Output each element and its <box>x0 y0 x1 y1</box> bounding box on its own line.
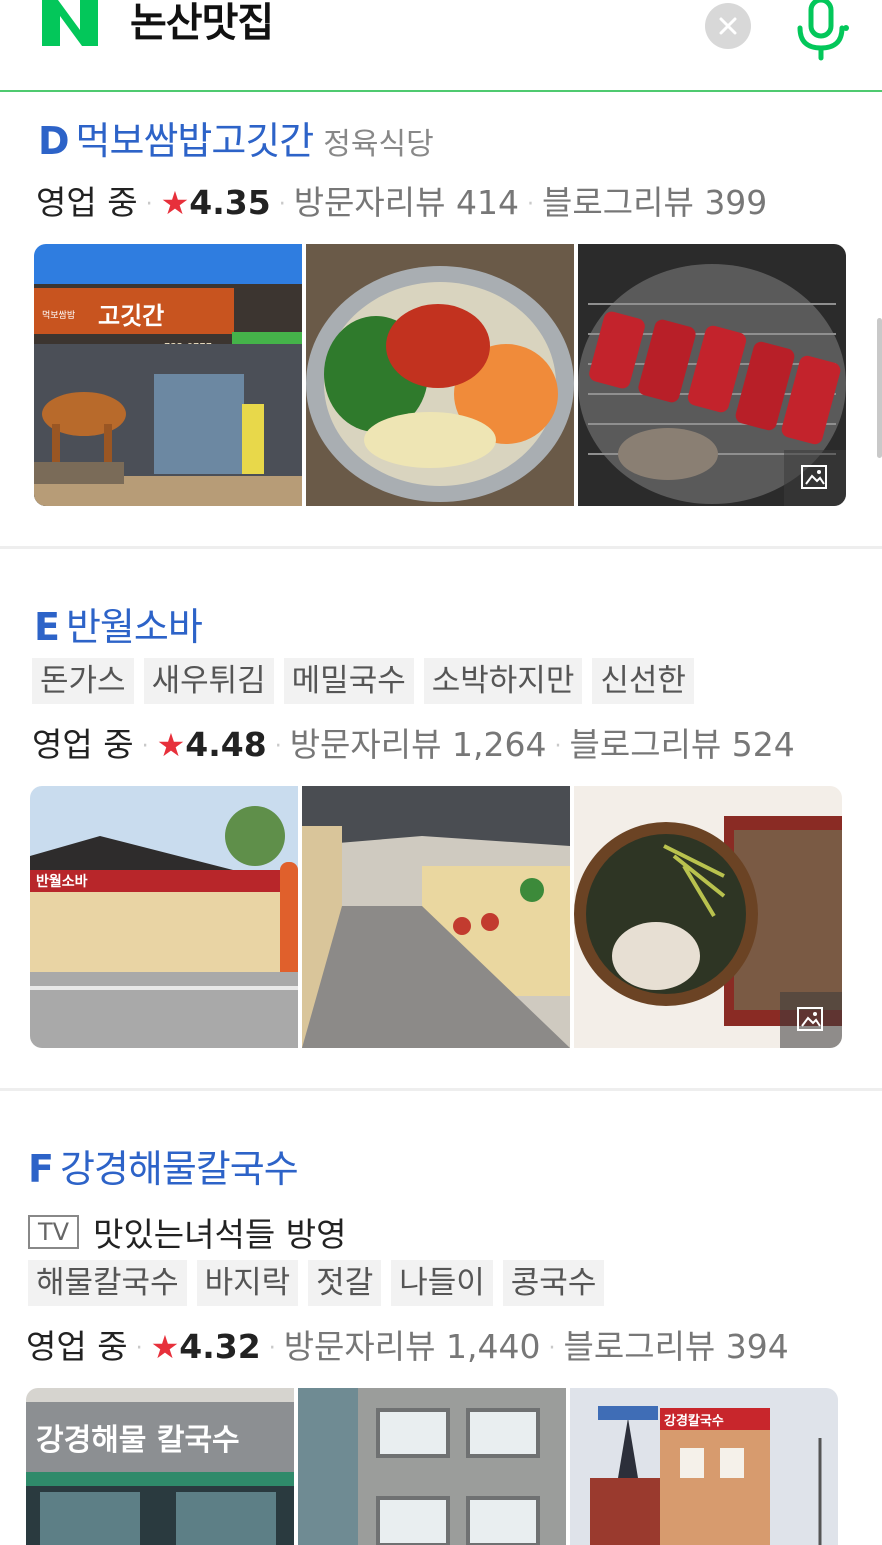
place-meta: 영업 중 · ★4.35 · 방문자리뷰 414 · 블로그리뷰 399 <box>36 176 767 224</box>
blog-review-label[interactable]: 블로그리뷰 <box>542 183 694 222</box>
storefront-sign-text: 반월소바 <box>36 873 88 890</box>
separator-dot: · <box>135 1336 143 1361</box>
keyword-tag: 젓갈 <box>308 1260 382 1306</box>
separator-dot: · <box>548 1336 556 1361</box>
separator-dot: · <box>268 1336 276 1361</box>
place-photo-street[interactable]: 강경칼국수 <box>570 1388 838 1545</box>
keyword-tag: 새우튀김 <box>143 658 274 704</box>
storefront-sign-text: 강경해물 칼국수 <box>36 1423 240 1458</box>
separator-dot: · <box>141 734 149 759</box>
place-photo-grilled-beef[interactable] <box>578 244 846 506</box>
blog-review-label[interactable]: 블로그리뷰 <box>569 725 721 764</box>
place-title[interactable]: E 반월소바 <box>34 596 203 651</box>
visitor-review-count[interactable]: 1,440 <box>446 1327 540 1366</box>
close-icon <box>719 17 737 35</box>
business-status: 영업 중 <box>26 1327 128 1366</box>
place-photo-storefront[interactable]: 강경해물 칼국수 <box>26 1388 294 1545</box>
business-status: 영업 중 <box>32 725 134 764</box>
voice-search-button[interactable] <box>792 0 852 62</box>
image-gallery-icon <box>801 465 827 489</box>
place-photo-exterior[interactable]: 반월소바 <box>30 786 298 1048</box>
search-header: 논산맛집 <box>0 0 882 92</box>
place-photo-storefront[interactable]: 고깃간 먹보쌈밥 732-0777 <box>34 244 302 506</box>
star-icon: ★ <box>150 1328 180 1366</box>
place-title[interactable]: D 먹보쌈밥고깃간 정육식당 <box>38 110 434 165</box>
separator-dot: · <box>527 192 534 217</box>
place-photo-bibimbap[interactable] <box>306 244 574 506</box>
place-marker-letter: E <box>34 605 60 649</box>
keyword-tag: 돈가스 <box>32 658 134 704</box>
visitor-review-label[interactable]: 방문자리뷰 <box>294 183 446 222</box>
place-marker-letter: F <box>28 1147 54 1191</box>
photo-strip[interactable]: 강경해물 칼국수 강경칼국수 <box>26 1388 838 1545</box>
place-photo-building[interactable] <box>298 1388 566 1545</box>
rating-value: 4.32 <box>179 1327 261 1366</box>
place-category: 정육식당 <box>323 127 434 162</box>
place-name-link[interactable]: 먹보쌈밥고깃간 <box>76 119 315 163</box>
separator-dot: · <box>274 734 282 759</box>
keyword-tags: 해물칼국수 바지락 젓갈 나들이 콩국수 <box>28 1260 605 1306</box>
blog-review-count[interactable]: 524 <box>732 725 795 764</box>
tv-badge: TV <box>28 1215 80 1249</box>
keyword-tag: 콩국수 <box>502 1260 605 1306</box>
rating-value: 4.48 <box>185 725 267 764</box>
separator-dot: · <box>554 734 562 759</box>
keyword-tag: 메밀국수 <box>283 658 414 704</box>
place-name-link[interactable]: 반월소바 <box>66 605 203 649</box>
rating-value: 4.35 <box>189 183 271 222</box>
place-photo-soba[interactable] <box>574 786 842 1048</box>
blog-review-count[interactable]: 399 <box>704 183 767 222</box>
naver-logo-icon[interactable] <box>40 0 100 46</box>
keyword-tags: 돈가스 새우튀김 메밀국수 소박하지만 신선한 <box>32 658 694 704</box>
place-meta: 영업 중 · ★4.32 · 방문자리뷰 1,440 · 블로그리뷰 394 <box>26 1320 789 1368</box>
image-gallery-icon <box>797 1007 823 1031</box>
visitor-review-label[interactable]: 방문자리뷰 <box>290 725 442 764</box>
photo-gallery-button[interactable] <box>780 992 842 1048</box>
photo-strip[interactable]: 고깃간 먹보쌈밥 732-0777 <box>34 244 846 506</box>
microphone-icon <box>797 0 849 61</box>
visitor-review-label[interactable]: 방문자리뷰 <box>284 1327 436 1366</box>
visitor-review-count[interactable]: 414 <box>456 183 519 222</box>
storefront-sign-text: 고깃간 <box>98 302 164 330</box>
photo-strip[interactable]: 반월소바 <box>30 786 842 1048</box>
star-icon: ★ <box>156 726 186 764</box>
place-name-link[interactable]: 강경해물칼국수 <box>60 1147 299 1191</box>
storefront-sign-small: 먹보쌈밥 <box>42 310 75 321</box>
place-marker-letter: D <box>38 119 70 163</box>
blog-review-label[interactable]: 블로그리뷰 <box>563 1327 715 1366</box>
scrollbar-thumb[interactable] <box>877 318 882 458</box>
photo-gallery-button[interactable] <box>784 450 846 506</box>
section-divider <box>0 546 882 549</box>
star-icon: ★ <box>160 184 190 222</box>
tv-program-text: 맛있는녀석들 방영 <box>93 1215 347 1254</box>
keyword-tag: 소박하지만 <box>423 658 583 704</box>
separator-dot: · <box>145 192 153 217</box>
separator-dot: · <box>278 192 286 217</box>
business-status: 영업 중 <box>36 183 138 222</box>
place-title[interactable]: F 강경해물칼국수 <box>28 1138 299 1193</box>
keyword-tag: 신선한 <box>592 658 694 704</box>
keyword-tag: 나들이 <box>391 1260 493 1306</box>
tv-appearance: TV 맛있는녀석들 방영 <box>28 1208 346 1256</box>
keyword-tag: 바지락 <box>196 1260 299 1306</box>
blog-review-count[interactable]: 394 <box>726 1327 789 1366</box>
keyword-tag: 해물칼국수 <box>28 1260 187 1306</box>
search-input[interactable]: 논산맛집 <box>130 0 274 46</box>
clear-search-button[interactable] <box>705 3 751 49</box>
visitor-review-count[interactable]: 1,264 <box>452 725 546 764</box>
building-sign-text: 강경칼국수 <box>664 1413 724 1429</box>
place-photo-alley[interactable] <box>302 786 570 1048</box>
place-meta: 영업 중 · ★4.48 · 방문자리뷰 1,264 · 블로그리뷰 524 <box>32 718 795 766</box>
section-divider <box>0 1088 882 1091</box>
